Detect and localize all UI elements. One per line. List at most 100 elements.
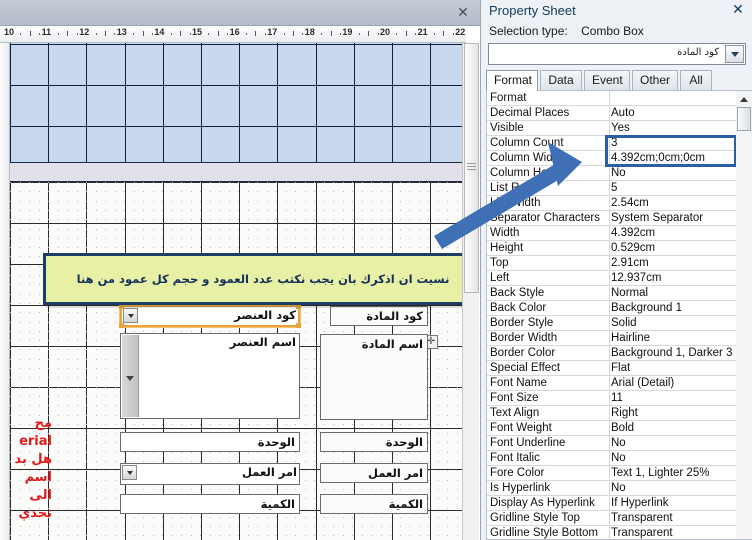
- grid-dot: [371, 247, 372, 249]
- property-row[interactable]: Font Name Arial (Detail): [487, 376, 736, 391]
- property-value[interactable]: 4.392cm: [611, 226, 736, 241]
- property-row[interactable]: Border Style Solid: [487, 316, 736, 331]
- property-row[interactable]: Column Heads No: [487, 166, 736, 181]
- property-value[interactable]: [611, 91, 736, 106]
- property-row[interactable]: Fore Color Text 1, Lighter 25%: [487, 466, 736, 481]
- object-selector-combo[interactable]: كود المادة: [488, 43, 746, 65]
- property-value[interactable]: Normal: [611, 286, 736, 301]
- listbox-esm-alonsor[interactable]: اسم العنصر: [120, 333, 300, 419]
- property-value[interactable]: Solid: [611, 316, 736, 331]
- property-row[interactable]: List Rows 5: [487, 181, 736, 196]
- label-esm-almada[interactable]: اسم المادة: [320, 334, 428, 420]
- close-icon[interactable]: ✕: [454, 4, 472, 22]
- property-row[interactable]: Gridline Style Top Transparent: [487, 511, 736, 526]
- property-value[interactable]: Auto: [611, 106, 736, 121]
- grid-dot: [152, 219, 154, 221]
- property-row[interactable]: Font Italic No: [487, 451, 736, 466]
- grid-dot: [257, 219, 258, 221]
- property-value[interactable]: No: [611, 166, 736, 181]
- scroll-up-icon[interactable]: [737, 92, 751, 106]
- chevron-down-icon[interactable]: [122, 465, 137, 480]
- property-row[interactable]: Font Weight Bold: [487, 421, 736, 436]
- property-row[interactable]: Display As Hyperlink If Hyperlink: [487, 496, 736, 511]
- scrollbar-thumb[interactable]: [737, 107, 751, 131]
- property-value[interactable]: 3: [611, 136, 736, 151]
- property-row[interactable]: Top 2.91cm: [487, 256, 736, 271]
- form-canvas[interactable]: مح erial هل بد اسم الى تحدي كود المادة كود ال…: [10, 43, 462, 540]
- property-row[interactable]: Font Size 11: [487, 391, 736, 406]
- property-value[interactable]: Background 1, Darker 3: [611, 346, 736, 361]
- property-row[interactable]: Width 4.392cm: [487, 226, 736, 241]
- tab-data[interactable]: Data: [540, 70, 582, 90]
- label-alkamia[interactable]: الكمية: [320, 494, 428, 514]
- property-value[interactable]: System Separator: [611, 211, 736, 226]
- textbox-alkamia[interactable]: الكمية: [120, 494, 300, 514]
- property-value[interactable]: Bold: [611, 421, 736, 436]
- label-kod-almada[interactable]: كود المادة: [330, 306, 428, 326]
- grid-dot: [295, 423, 296, 425]
- combo-kod-alonsor[interactable]: كود العنصر: [119, 304, 301, 328]
- property-row[interactable]: Border Color Background 1, Darker 3: [487, 346, 736, 361]
- textbox-alwehda[interactable]: الوحدة: [120, 432, 300, 452]
- property-row[interactable]: Back Color Background 1: [487, 301, 736, 316]
- grid-dot: [456, 395, 458, 397]
- property-sheet-tabs[interactable]: Format Data Event Other All: [486, 70, 752, 91]
- property-row[interactable]: Back Style Normal: [487, 286, 736, 301]
- property-row[interactable]: Format: [487, 91, 736, 106]
- tab-event[interactable]: Event: [584, 70, 630, 90]
- property-row[interactable]: Height 0.529cm: [487, 241, 736, 256]
- grid-dot: [114, 200, 116, 202]
- property-value[interactable]: Transparent: [611, 526, 736, 539]
- close-icon[interactable]: ✕: [730, 2, 746, 18]
- property-row[interactable]: Left 12.937cm: [487, 271, 736, 286]
- property-row[interactable]: List Width 2.54cm: [487, 196, 736, 211]
- property-value[interactable]: 0.529cm: [611, 241, 736, 256]
- grid-dot: [418, 247, 420, 249]
- ruler-tick: [255, 31, 257, 36]
- designer-vertical-scrollbar[interactable]: [462, 43, 479, 540]
- property-row[interactable]: Separator Characters System Separator: [487, 211, 736, 226]
- property-row[interactable]: Column Widths 4.392cm;0cm;0cm: [487, 151, 736, 166]
- property-row[interactable]: Text Align Right: [487, 406, 736, 421]
- tab-other[interactable]: Other: [632, 70, 678, 90]
- property-value[interactable]: Hairline: [611, 331, 736, 346]
- chevron-down-icon[interactable]: [123, 308, 138, 323]
- property-value[interactable]: 4.392cm;0cm;0cm: [611, 151, 736, 166]
- property-row[interactable]: Column Count 3: [487, 136, 736, 151]
- chevron-down-icon[interactable]: [725, 45, 744, 63]
- property-row[interactable]: Is Hyperlink No: [487, 481, 736, 496]
- listbox-scrollbar[interactable]: [122, 335, 139, 417]
- property-grid[interactable]: Format Decimal Places Auto Visible Yes Column…: [486, 90, 736, 540]
- property-value[interactable]: 2.91cm: [611, 256, 736, 271]
- property-value[interactable]: No: [611, 436, 736, 451]
- property-value[interactable]: No: [611, 481, 736, 496]
- property-row[interactable]: Font Underline No: [487, 436, 736, 451]
- property-value[interactable]: Transparent: [611, 511, 736, 526]
- property-grid-scrollbar[interactable]: [736, 90, 752, 540]
- property-value[interactable]: Background 1: [611, 301, 736, 316]
- property-value[interactable]: 11: [611, 391, 736, 406]
- property-value[interactable]: 2.54cm: [611, 196, 736, 211]
- grid-dot: [418, 423, 420, 425]
- form-header-band[interactable]: [10, 43, 462, 168]
- property-value[interactable]: Flat: [611, 361, 736, 376]
- property-value[interactable]: If Hyperlink: [611, 496, 736, 511]
- property-row[interactable]: Decimal Places Auto: [487, 106, 736, 121]
- property-value[interactable]: Arial (Detail): [611, 376, 736, 391]
- tab-all[interactable]: All: [680, 70, 712, 90]
- property-value[interactable]: Right: [611, 406, 736, 421]
- property-value[interactable]: 12.937cm: [611, 271, 736, 286]
- label-alwehda[interactable]: الوحدة: [320, 432, 428, 452]
- grid-dot: [409, 209, 410, 211]
- label-amr-alamal[interactable]: امر العمل: [320, 463, 428, 483]
- property-row[interactable]: Gridline Style Bottom Transparent: [487, 526, 736, 539]
- property-value[interactable]: Text 1, Lighter 25%: [611, 466, 736, 481]
- tab-format[interactable]: Format: [486, 70, 538, 91]
- property-row[interactable]: Special Effect Flat: [487, 361, 736, 376]
- combo-amr-alamal[interactable]: امر العمل: [120, 463, 300, 485]
- property-value[interactable]: No: [611, 451, 736, 466]
- property-row[interactable]: Visible Yes: [487, 121, 736, 136]
- property-value[interactable]: 5: [611, 181, 736, 196]
- property-value[interactable]: Yes: [611, 121, 736, 136]
- property-row[interactable]: Border Width Hairline: [487, 331, 736, 346]
